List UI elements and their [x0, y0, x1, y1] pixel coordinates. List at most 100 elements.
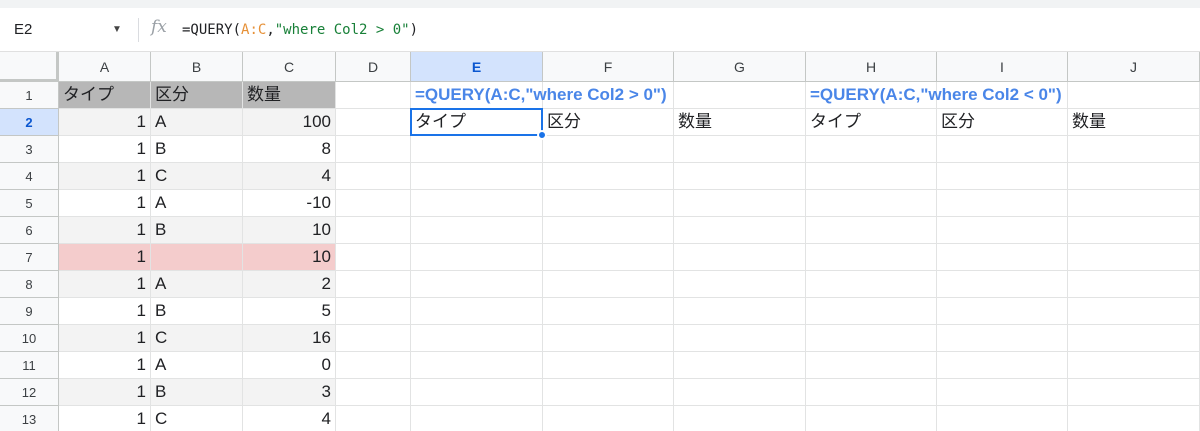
cell-h3[interactable]: [806, 136, 937, 163]
cell-b7[interactable]: [151, 244, 243, 271]
cell-c6[interactable]: 10: [243, 217, 336, 244]
cell-h4[interactable]: [806, 163, 937, 190]
cell-e13[interactable]: [411, 406, 543, 431]
name-box[interactable]: E2 ▼: [14, 18, 134, 42]
cell-h13[interactable]: [806, 406, 937, 431]
cell-f12[interactable]: [543, 379, 674, 406]
cell-c1[interactable]: 数量: [243, 82, 336, 109]
row-header-6[interactable]: 6: [0, 217, 59, 244]
cell-b5[interactable]: A: [151, 190, 243, 217]
column-header-j[interactable]: J: [1068, 52, 1200, 82]
cell-a6[interactable]: 1: [59, 217, 151, 244]
cell-h6[interactable]: [806, 217, 937, 244]
cell-b2[interactable]: A: [151, 109, 243, 136]
cell-f3[interactable]: [543, 136, 674, 163]
cell-i6[interactable]: [937, 217, 1068, 244]
cell-j6[interactable]: [1068, 217, 1200, 244]
cell-i3[interactable]: [937, 136, 1068, 163]
cell-f10[interactable]: [543, 325, 674, 352]
cell-f4[interactable]: [543, 163, 674, 190]
cell-h9[interactable]: [806, 298, 937, 325]
cell-a8[interactable]: 1: [59, 271, 151, 298]
cell-b3[interactable]: B: [151, 136, 243, 163]
cell-h5[interactable]: [806, 190, 937, 217]
cell-c13[interactable]: 4: [243, 406, 336, 431]
cell-a9[interactable]: 1: [59, 298, 151, 325]
cell-e2[interactable]: タイプ: [411, 109, 543, 136]
cell-g5[interactable]: [674, 190, 806, 217]
cell-d12[interactable]: [336, 379, 411, 406]
cell-c5[interactable]: -10: [243, 190, 336, 217]
cell-j2[interactable]: 数量: [1068, 109, 1200, 136]
cell-e4[interactable]: [411, 163, 543, 190]
cell-g3[interactable]: [674, 136, 806, 163]
row-header-2[interactable]: 2: [0, 109, 59, 136]
cell-d10[interactable]: [336, 325, 411, 352]
cell-g13[interactable]: [674, 406, 806, 431]
cell-c8[interactable]: 2: [243, 271, 336, 298]
row-header-9[interactable]: 9: [0, 298, 59, 325]
cell-h7[interactable]: [806, 244, 937, 271]
chevron-down-icon[interactable]: ▼: [112, 18, 122, 42]
column-header-h[interactable]: H: [806, 52, 937, 82]
cell-b12[interactable]: B: [151, 379, 243, 406]
cell-c2[interactable]: 100: [243, 109, 336, 136]
cell-a11[interactable]: 1: [59, 352, 151, 379]
row-header-12[interactable]: 12: [0, 379, 59, 406]
cell-b8[interactable]: A: [151, 271, 243, 298]
cell-i4[interactable]: [937, 163, 1068, 190]
cell-g7[interactable]: [674, 244, 806, 271]
cell-d11[interactable]: [336, 352, 411, 379]
cell-f13[interactable]: [543, 406, 674, 431]
cell-h1[interactable]: =QUERY(A:C,"where Col2 < 0"): [806, 82, 1062, 109]
cell-e10[interactable]: [411, 325, 543, 352]
select-all-corner[interactable]: [0, 52, 59, 82]
cell-j4[interactable]: [1068, 163, 1200, 190]
cell-i7[interactable]: [937, 244, 1068, 271]
cell-d6[interactable]: [336, 217, 411, 244]
cell-b9[interactable]: B: [151, 298, 243, 325]
cell-b4[interactable]: C: [151, 163, 243, 190]
row-header-4[interactable]: 4: [0, 163, 59, 190]
row-header-8[interactable]: 8: [0, 271, 59, 298]
cell-j9[interactable]: [1068, 298, 1200, 325]
cell-a4[interactable]: 1: [59, 163, 151, 190]
cell-g1[interactable]: [674, 82, 806, 109]
cell-d7[interactable]: [336, 244, 411, 271]
cell-j13[interactable]: [1068, 406, 1200, 431]
column-header-b[interactable]: B: [151, 52, 243, 82]
cell-e7[interactable]: [411, 244, 543, 271]
cell-d13[interactable]: [336, 406, 411, 431]
cell-f11[interactable]: [543, 352, 674, 379]
cell-a13[interactable]: 1: [59, 406, 151, 431]
cell-c9[interactable]: 5: [243, 298, 336, 325]
cell-b6[interactable]: B: [151, 217, 243, 244]
cell-j7[interactable]: [1068, 244, 1200, 271]
cell-a10[interactable]: 1: [59, 325, 151, 352]
cell-a12[interactable]: 1: [59, 379, 151, 406]
cell-j8[interactable]: [1068, 271, 1200, 298]
cell-e12[interactable]: [411, 379, 543, 406]
row-header-13[interactable]: 13: [0, 406, 59, 431]
cell-d5[interactable]: [336, 190, 411, 217]
cell-i9[interactable]: [937, 298, 1068, 325]
formula-input[interactable]: =QUERY(A:C,"where Col2 > 0"): [182, 20, 418, 40]
cell-g11[interactable]: [674, 352, 806, 379]
cell-a3[interactable]: 1: [59, 136, 151, 163]
cell-e8[interactable]: [411, 271, 543, 298]
row-header-7[interactable]: 7: [0, 244, 59, 271]
column-header-f[interactable]: F: [543, 52, 674, 82]
cell-d3[interactable]: [336, 136, 411, 163]
cell-h2[interactable]: タイプ: [806, 109, 937, 136]
cell-g4[interactable]: [674, 163, 806, 190]
cell-c7[interactable]: 10: [243, 244, 336, 271]
cell-f8[interactable]: [543, 271, 674, 298]
cell-j5[interactable]: [1068, 190, 1200, 217]
cell-i12[interactable]: [937, 379, 1068, 406]
cell-b13[interactable]: C: [151, 406, 243, 431]
cell-h12[interactable]: [806, 379, 937, 406]
cell-d8[interactable]: [336, 271, 411, 298]
cell-i13[interactable]: [937, 406, 1068, 431]
cell-f7[interactable]: [543, 244, 674, 271]
cell-g12[interactable]: [674, 379, 806, 406]
